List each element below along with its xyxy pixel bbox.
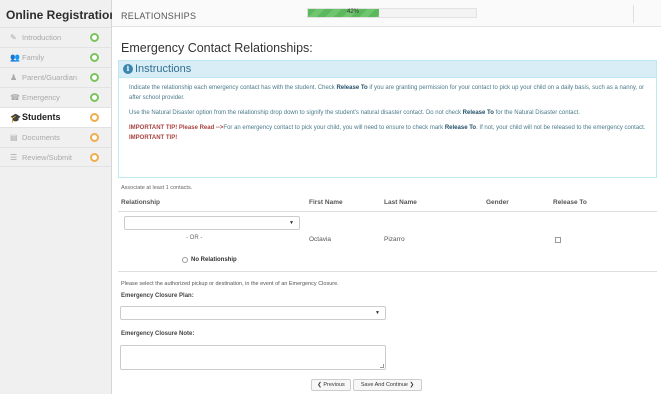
sidebar-item-students[interactable]: 🎓 Students: [0, 107, 111, 127]
resize-handle-icon[interactable]: [380, 364, 384, 368]
contact-first-name: Octavia: [309, 236, 332, 243]
closure-note-textarea[interactable]: [120, 345, 386, 370]
no-relationship-checkbox[interactable]: [182, 257, 188, 263]
closure-plan-label: Emergency Closure Plan:: [121, 293, 194, 299]
column-header-relationship: Relationship: [121, 199, 161, 206]
caret-down-icon: ▼: [375, 310, 380, 316]
complete-status-icon: [90, 73, 99, 82]
column-header-release-to: Release To: [553, 199, 587, 206]
no-relationship-label: No Relationship: [191, 257, 237, 263]
important-tip: IMPORTANT TIP! Please Read -->For an eme…: [129, 125, 646, 141]
closure-note-label: Emergency Closure Note:: [121, 331, 195, 337]
sidebar-title: Online Registration: [6, 8, 117, 22]
sidebar-item-family[interactable]: 👥 Family: [0, 47, 111, 67]
or-separator: - OR -: [186, 235, 203, 241]
graduation-cap-icon: 🎓: [10, 113, 22, 123]
associate-note: Associate at least 1 contacts.: [121, 185, 193, 191]
sidebar-item-label: Emergency: [22, 93, 60, 102]
complete-status-icon: [90, 53, 99, 62]
sidebar-item-review-submit[interactable]: ☰ Review/Submit: [0, 147, 111, 167]
contact-last-name: Pizarro: [384, 236, 405, 243]
column-header-gender: Gender: [486, 199, 509, 206]
pending-status-icon: [90, 133, 99, 142]
sidebar-item-label: Family: [22, 53, 45, 62]
instruction-paragraph: Indicate the relationship each emergency…: [129, 85, 645, 101]
caret-down-icon: ▼: [289, 220, 294, 226]
sidebar-item-emergency[interactable]: ☎ Emergency: [0, 87, 111, 107]
header-divider: [633, 5, 634, 23]
phone-icon: ☎: [10, 93, 20, 102]
instructions-header: i Instructions: [119, 61, 656, 78]
sidebar-item-label: Documents: [22, 133, 60, 142]
instructions-body: Indicate the relationship each emergency…: [119, 78, 656, 143]
progress-bar: [307, 8, 477, 18]
sidebar-item-introduction[interactable]: ✎ Introduction: [0, 27, 111, 47]
section-divider: [118, 271, 657, 272]
pending-status-icon: [90, 113, 99, 122]
sidebar-item-label: Introduction: [22, 33, 62, 42]
sidebar: Online Registration ✎ Introduction 👥 Fam…: [0, 0, 117, 394]
table-divider: [118, 211, 657, 212]
document-icon: ▤: [10, 133, 18, 142]
complete-status-icon: [90, 93, 99, 102]
page-title: Emergency Contact Relationships:: [121, 41, 313, 55]
pending-status-icon: [90, 153, 99, 162]
header-bar: RELATIONSHIPS 42%: [112, 0, 661, 27]
sidebar-item-label: Students: [22, 112, 61, 122]
person-icon: ♟: [10, 73, 18, 82]
column-header-first-name: First Name: [309, 199, 343, 206]
sidebar-item-documents[interactable]: ▤ Documents: [0, 127, 111, 147]
progress-label: 42%: [347, 9, 360, 15]
instruction-paragraph: Use the Natural Disaster option from the…: [129, 110, 580, 116]
info-icon: i: [123, 64, 133, 74]
closure-plan-select[interactable]: ▼: [120, 306, 386, 320]
closure-instructions: Please select the authorized pickup or d…: [121, 281, 339, 287]
instructions-title: Instructions: [135, 63, 192, 75]
family-icon: 👥: [10, 53, 20, 62]
column-header-last-name: Last Name: [384, 199, 417, 206]
save-and-continue-button[interactable]: Save And Continue ❯: [353, 379, 422, 391]
sidebar-item-parent-guardian[interactable]: ♟ Parent/Guardian: [0, 67, 111, 87]
list-icon: ☰: [10, 153, 18, 162]
section-title: RELATIONSHIPS: [121, 11, 197, 21]
instructions-panel: i Instructions Indicate the relationship…: [118, 60, 657, 178]
sidebar-item-label: Review/Submit: [22, 153, 73, 162]
release-to-checkbox[interactable]: [555, 237, 561, 243]
sidebar-item-label: Parent/Guardian: [22, 73, 78, 82]
pencil-icon: ✎: [10, 33, 17, 42]
previous-button[interactable]: ❮ Previous: [311, 379, 351, 391]
progress-fill: [308, 9, 379, 17]
relationship-select[interactable]: ▼: [124, 216, 300, 230]
complete-status-icon: [90, 33, 99, 42]
